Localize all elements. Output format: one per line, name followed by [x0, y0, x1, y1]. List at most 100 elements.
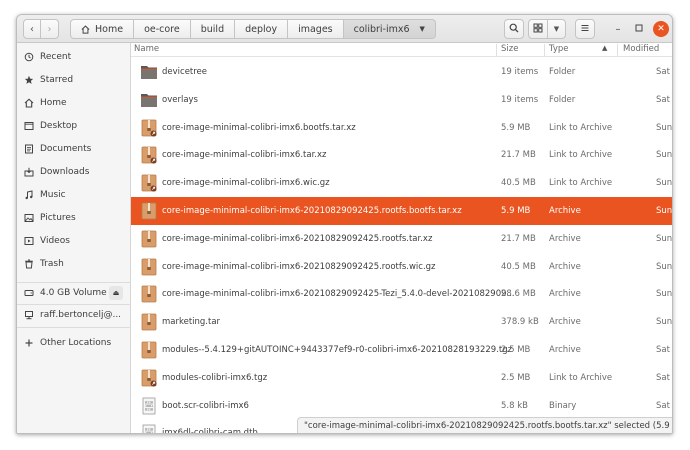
breadcrumb-colibri-imx6[interactable]: colibri-imx6 ▼: [343, 19, 436, 39]
eject-icon[interactable]: ⏏: [109, 286, 123, 300]
file-modified: Sat: [656, 345, 670, 355]
file-row[interactable]: 0110 1001 0110 boot.scr-colibri-imx6 5.8 kB B…: [131, 392, 672, 420]
file-name: core-image-minimal-colibri-imx6-20210829…: [162, 289, 515, 300]
header-bar: ‹ › Home oe-core build deploy images col…: [17, 15, 672, 43]
sidebar-item-other-locations[interactable]: Other Locations: [17, 333, 131, 353]
sidebar-item-downloads[interactable]: Downloads: [17, 162, 131, 182]
folder-icon: [140, 63, 158, 81]
file-size: 2.5 MB: [501, 345, 531, 355]
file-list: Name Size Type ▲ Modified devicetree 19 i…: [131, 43, 673, 433]
column-header-name[interactable]: Name: [134, 44, 159, 54]
file-row[interactable]: overlays 19 items Folder Sat: [131, 86, 672, 114]
file-modified: Sun: [656, 289, 673, 300]
file-modified: Sun: [656, 233, 673, 244]
file-modified: Sun: [656, 150, 673, 161]
file-row[interactable]: core-image-minimal-colibri-imx6-20210829…: [131, 197, 672, 225]
file-type: Archive: [549, 317, 581, 328]
minimize-button[interactable]: –: [610, 21, 626, 37]
main-menu-button[interactable]: [575, 19, 595, 39]
archive-icon: [140, 258, 158, 276]
file-size: 19 items: [501, 94, 539, 105]
file-type: Folder: [549, 67, 576, 77]
sidebar-item-label: Other Locations: [40, 338, 112, 348]
file-row[interactable]: core-image-minimal-colibri-imx6.bootfs.t…: [131, 114, 672, 142]
breadcrumb-images[interactable]: images: [288, 19, 344, 39]
dropdown-arrow-icon: ▼: [419, 25, 425, 33]
file-type: Binary: [549, 400, 577, 411]
file-type: Link to Archive: [549, 150, 613, 161]
file-row[interactable]: marketing.tar 378.9 kB Archive Sun: [131, 308, 672, 336]
sidebar-item-music[interactable]: Music: [17, 185, 131, 205]
file-name: overlays: [162, 94, 198, 105]
close-button[interactable]: ✕: [653, 21, 669, 37]
file-row[interactable]: core-image-minimal-colibri-imx6.tar.xz 21…: [131, 141, 673, 169]
sidebar-item-desktop[interactable]: Desktop: [17, 116, 131, 136]
drive-icon: [24, 288, 34, 298]
maximize-icon: [635, 24, 643, 35]
file-row[interactable]: modules-colibri-imx6.tgz 2.5 MB Link to Ar…: [131, 364, 672, 392]
sidebar-item-label: Recent: [40, 52, 72, 62]
forward-button[interactable]: ›: [41, 19, 59, 39]
column-header-size[interactable]: Size: [501, 44, 518, 54]
sidebar-item-starred[interactable]: Starred: [17, 70, 131, 90]
sidebar-item-network-share[interactable]: raff.bertoncelj@...: [17, 305, 131, 325]
binary-icon: 011010010110: [140, 397, 158, 415]
sort-arrow-icon: ▲: [602, 44, 608, 52]
file-size: 5.9 MB: [501, 122, 531, 133]
file-name: core-image-minimal-colibri-imx6-20210829…: [162, 261, 436, 272]
breadcrumb-label: deploy: [245, 23, 278, 35]
file-name: core-image-minimal-colibri-imx6.bootfs.t…: [162, 122, 356, 133]
archive-icon: [140, 230, 158, 248]
sidebar-item-recent[interactable]: Recent: [17, 47, 131, 67]
file-size: 19 items: [501, 67, 539, 77]
file-row[interactable]: core-image-minimal-colibri-imx6.wic.gz 40…: [131, 169, 673, 197]
file-type: Link to Archive: [549, 372, 613, 383]
file-row[interactable]: core-image-minimal-colibri-imx6-20210829…: [131, 253, 672, 281]
sidebar-item-label: Documents: [40, 144, 92, 154]
breadcrumb-deploy[interactable]: deploy: [235, 19, 289, 39]
breadcrumb-home[interactable]: Home: [70, 19, 135, 39]
file-row[interactable]: core-image-minimal-colibri-imx6-20210829…: [131, 225, 673, 253]
view-options-button[interactable]: ▼: [548, 19, 566, 39]
column-header-modified[interactable]: Modified: [623, 44, 659, 54]
grid-icon: [533, 23, 543, 36]
file-row[interactable]: core-image-minimal-colibri-imx6-20210829…: [131, 280, 673, 308]
sidebar-item-home[interactable]: Home: [17, 93, 131, 113]
file-modified: Sun: [656, 178, 673, 189]
file-size: 28.6 MB: [501, 289, 536, 300]
column-header-type[interactable]: Type: [549, 44, 569, 54]
pictures-icon: [24, 213, 34, 223]
file-name: core-image-minimal-colibri-imx6.tar.xz: [162, 150, 327, 161]
sidebar-item-videos[interactable]: Videos: [17, 231, 131, 251]
back-button[interactable]: ‹: [23, 19, 41, 39]
star-icon: [24, 75, 34, 85]
archive-icon: [140, 341, 158, 359]
file-type: Archive: [549, 261, 581, 272]
sidebar-item-label: Starred: [40, 75, 74, 85]
sidebar-item-label: Downloads: [40, 167, 90, 177]
sidebar-item-volume[interactable]: 4.0 GB Volume ⏏: [17, 283, 131, 303]
file-size: 40.5 MB: [501, 261, 536, 272]
sidebar-item-trash[interactable]: Trash: [17, 254, 131, 274]
sidebar-item-documents[interactable]: Documents: [17, 139, 131, 159]
chevron-left-icon: ‹: [30, 23, 34, 35]
breadcrumb-build[interactable]: build: [190, 19, 236, 39]
chevron-right-icon: ›: [47, 23, 52, 35]
file-size: 21.7 MB: [501, 150, 536, 161]
network-icon: [24, 310, 34, 320]
view-toggle-button[interactable]: [528, 19, 548, 39]
file-type: Archive: [549, 206, 581, 216]
search-button[interactable]: [504, 19, 524, 39]
file-row[interactable]: modules--5.4.129+gitAUTOINC+9443377ef9-r…: [131, 336, 672, 364]
sidebar-item-pictures[interactable]: Pictures: [17, 208, 131, 228]
desktop-folder-icon: [24, 121, 34, 131]
file-type: Folder: [549, 94, 576, 105]
sidebar-item-label: Trash: [40, 259, 64, 269]
breadcrumb-oe-core[interactable]: oe-core: [134, 19, 191, 39]
breadcrumb-label: oe-core: [144, 23, 180, 35]
file-row[interactable]: devicetree 19 items Folder Sat: [131, 58, 672, 86]
maximize-button[interactable]: [631, 21, 647, 37]
file-modified: Sat: [656, 94, 670, 105]
archive-link-icon: [140, 119, 158, 137]
clock-icon: [24, 52, 34, 62]
